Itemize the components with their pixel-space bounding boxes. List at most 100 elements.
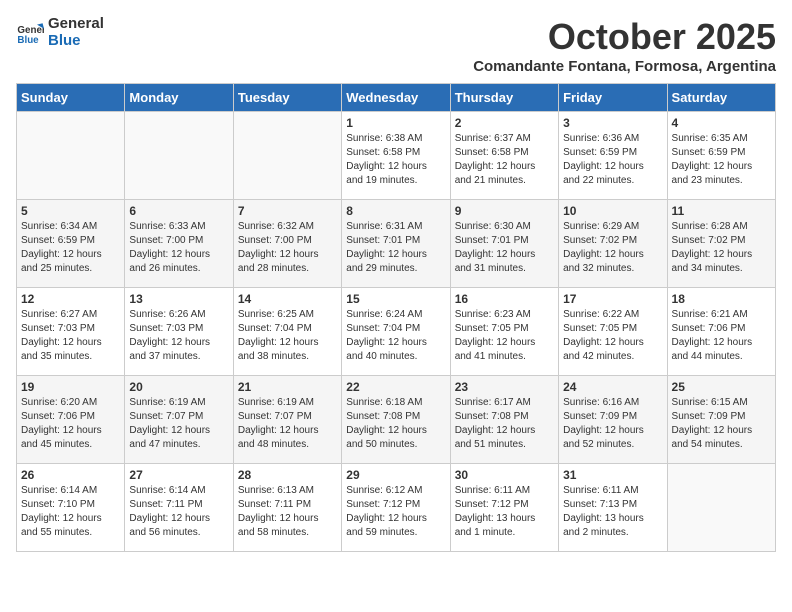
calendar-cell: 19Sunrise: 6:20 AM Sunset: 7:06 PM Dayli… bbox=[17, 376, 125, 464]
day-number: 1 bbox=[346, 116, 445, 130]
day-info: Sunrise: 6:11 AM Sunset: 7:12 PM Dayligh… bbox=[455, 484, 554, 540]
calendar-cell: 20Sunrise: 6:19 AM Sunset: 7:07 PM Dayli… bbox=[125, 376, 233, 464]
day-number: 25 bbox=[672, 380, 771, 394]
calendar-cell: 25 Sunrise: 6:15 AM Sunset: 7:09 PM Dayli… bbox=[667, 376, 775, 464]
day-number: 26 bbox=[21, 468, 120, 482]
calendar-cell: 13 Sunrise: 6:26 AM Sunset: 7:03 PM Dayli… bbox=[125, 288, 233, 376]
calendar-cell: 27Sunrise: 6:14 AM Sunset: 7:11 PM Dayli… bbox=[125, 464, 233, 552]
calendar-table: SundayMondayTuesdayWednesdayThursdayFrid… bbox=[16, 83, 776, 552]
day-info: Sunrise: 6:32 AM Sunset: 7:00 PM Dayligh… bbox=[238, 220, 337, 276]
day-info: Sunrise: 6:28 AM Sunset: 7:02 PM Dayligh… bbox=[672, 220, 771, 276]
calendar-cell: 1 Sunrise: 6:38 AM Sunset: 6:58 PM Daylig… bbox=[342, 112, 450, 200]
day-number: 21 bbox=[238, 380, 337, 394]
day-number: 7 bbox=[238, 204, 337, 218]
calendar-cell: 5Sunrise: 6:34 AM Sunset: 6:59 PM Daylig… bbox=[17, 200, 125, 288]
calendar-week-1: 1 Sunrise: 6:38 AM Sunset: 6:58 PM Daylig… bbox=[17, 112, 776, 200]
calendar-cell: 16 Sunrise: 6:23 AM Sunset: 7:05 PM Dayli… bbox=[450, 288, 558, 376]
calendar-cell: 31 Sunrise: 6:11 AM Sunset: 7:13 PM Dayli… bbox=[559, 464, 667, 552]
calendar-cell: 18 Sunrise: 6:21 AM Sunset: 7:06 PM Dayli… bbox=[667, 288, 775, 376]
day-number: 9 bbox=[455, 204, 554, 218]
day-info: Sunrise: 6:23 AM Sunset: 7:05 PM Dayligh… bbox=[455, 308, 554, 364]
calendar-cell: 12 Sunrise: 6:27 AM Sunset: 7:03 PM Dayli… bbox=[17, 288, 125, 376]
calendar-cell: 14 Sunrise: 6:25 AM Sunset: 7:04 PM Dayli… bbox=[233, 288, 341, 376]
day-number: 28 bbox=[238, 468, 337, 482]
svg-text:Blue: Blue bbox=[17, 34, 39, 45]
day-number: 3 bbox=[563, 116, 662, 130]
weekday-header-friday: Friday bbox=[559, 84, 667, 112]
day-number: 4 bbox=[672, 116, 771, 130]
weekday-header-saturday: Saturday bbox=[667, 84, 775, 112]
logo: General Blue General Blue bbox=[16, 16, 104, 49]
calendar-week-2: 5Sunrise: 6:34 AM Sunset: 6:59 PM Daylig… bbox=[17, 200, 776, 288]
day-info: Sunrise: 6:14 AM Sunset: 7:10 PM Dayligh… bbox=[21, 484, 120, 540]
day-info: Sunrise: 6:17 AM Sunset: 7:08 PM Dayligh… bbox=[455, 396, 554, 452]
day-info: Sunrise: 6:38 AM Sunset: 6:58 PM Dayligh… bbox=[346, 132, 445, 188]
day-info: Sunrise: 6:15 AM Sunset: 7:09 PM Dayligh… bbox=[672, 396, 771, 452]
day-number: 17 bbox=[563, 292, 662, 306]
day-info: Sunrise: 6:16 AM Sunset: 7:09 PM Dayligh… bbox=[563, 396, 662, 452]
weekday-header-row: SundayMondayTuesdayWednesdayThursdayFrid… bbox=[17, 84, 776, 112]
day-number: 12 bbox=[21, 292, 120, 306]
day-info: Sunrise: 6:34 AM Sunset: 6:59 PM Dayligh… bbox=[21, 220, 120, 276]
calendar-week-3: 12 Sunrise: 6:27 AM Sunset: 7:03 PM Dayli… bbox=[17, 288, 776, 376]
calendar-cell: 21 Sunrise: 6:19 AM Sunset: 7:07 PM Dayli… bbox=[233, 376, 341, 464]
calendar-body: 1 Sunrise: 6:38 AM Sunset: 6:58 PM Daylig… bbox=[17, 112, 776, 552]
day-info: Sunrise: 6:21 AM Sunset: 7:06 PM Dayligh… bbox=[672, 308, 771, 364]
calendar-cell: 2Sunrise: 6:37 AM Sunset: 6:58 PM Daylig… bbox=[450, 112, 558, 200]
day-number: 16 bbox=[455, 292, 554, 306]
day-number: 30 bbox=[455, 468, 554, 482]
day-number: 11 bbox=[672, 204, 771, 218]
day-info: Sunrise: 6:11 AM Sunset: 7:13 PM Dayligh… bbox=[563, 484, 662, 540]
calendar-cell: 22Sunrise: 6:18 AM Sunset: 7:08 PM Dayli… bbox=[342, 376, 450, 464]
calendar-cell: 4 Sunrise: 6:35 AM Sunset: 6:59 PM Daylig… bbox=[667, 112, 775, 200]
calendar-cell: 29Sunrise: 6:12 AM Sunset: 7:12 PM Dayli… bbox=[342, 464, 450, 552]
day-info: Sunrise: 6:31 AM Sunset: 7:01 PM Dayligh… bbox=[346, 220, 445, 276]
day-info: Sunrise: 6:36 AM Sunset: 6:59 PM Dayligh… bbox=[563, 132, 662, 188]
calendar-cell: 15 Sunrise: 6:24 AM Sunset: 7:04 PM Dayli… bbox=[342, 288, 450, 376]
day-number: 18 bbox=[672, 292, 771, 306]
calendar-week-4: 19Sunrise: 6:20 AM Sunset: 7:06 PM Dayli… bbox=[17, 376, 776, 464]
day-info: Sunrise: 6:37 AM Sunset: 6:58 PM Dayligh… bbox=[455, 132, 554, 188]
calendar-cell: 26 Sunrise: 6:14 AM Sunset: 7:10 PM Dayli… bbox=[17, 464, 125, 552]
calendar-cell: 7 Sunrise: 6:32 AM Sunset: 7:00 PM Daylig… bbox=[233, 200, 341, 288]
calendar-header: SundayMondayTuesdayWednesdayThursdayFrid… bbox=[17, 84, 776, 112]
day-info: Sunrise: 6:35 AM Sunset: 6:59 PM Dayligh… bbox=[672, 132, 771, 188]
day-info: Sunrise: 6:12 AM Sunset: 7:12 PM Dayligh… bbox=[346, 484, 445, 540]
day-number: 14 bbox=[238, 292, 337, 306]
day-number: 15 bbox=[346, 292, 445, 306]
calendar-cell: 28 Sunrise: 6:13 AM Sunset: 7:11 PM Dayli… bbox=[233, 464, 341, 552]
day-info: Sunrise: 6:13 AM Sunset: 7:11 PM Dayligh… bbox=[238, 484, 337, 540]
day-info: Sunrise: 6:25 AM Sunset: 7:04 PM Dayligh… bbox=[238, 308, 337, 364]
day-number: 13 bbox=[129, 292, 228, 306]
weekday-header-monday: Monday bbox=[125, 84, 233, 112]
day-number: 10 bbox=[563, 204, 662, 218]
calendar-cell: 6Sunrise: 6:33 AM Sunset: 7:00 PM Daylig… bbox=[125, 200, 233, 288]
weekday-header-wednesday: Wednesday bbox=[342, 84, 450, 112]
logo-blue: Blue bbox=[48, 33, 104, 50]
day-number: 23 bbox=[455, 380, 554, 394]
calendar-cell: 10 Sunrise: 6:29 AM Sunset: 7:02 PM Dayli… bbox=[559, 200, 667, 288]
day-info: Sunrise: 6:24 AM Sunset: 7:04 PM Dayligh… bbox=[346, 308, 445, 364]
calendar-cell: 23 Sunrise: 6:17 AM Sunset: 7:08 PM Dayli… bbox=[450, 376, 558, 464]
calendar-cell bbox=[233, 112, 341, 200]
day-info: Sunrise: 6:30 AM Sunset: 7:01 PM Dayligh… bbox=[455, 220, 554, 276]
day-info: Sunrise: 6:20 AM Sunset: 7:06 PM Dayligh… bbox=[21, 396, 120, 452]
day-number: 22 bbox=[346, 380, 445, 394]
header: General Blue General Blue October 2025 C… bbox=[16, 16, 776, 75]
calendar-cell: 9 Sunrise: 6:30 AM Sunset: 7:01 PM Daylig… bbox=[450, 200, 558, 288]
weekday-header-tuesday: Tuesday bbox=[233, 84, 341, 112]
calendar-cell bbox=[17, 112, 125, 200]
calendar-cell: 17Sunrise: 6:22 AM Sunset: 7:05 PM Dayli… bbox=[559, 288, 667, 376]
day-number: 31 bbox=[563, 468, 662, 482]
calendar-cell: 3 Sunrise: 6:36 AM Sunset: 6:59 PM Daylig… bbox=[559, 112, 667, 200]
month-title: October 2025 bbox=[473, 16, 776, 58]
calendar-cell: 8Sunrise: 6:31 AM Sunset: 7:01 PM Daylig… bbox=[342, 200, 450, 288]
day-info: Sunrise: 6:27 AM Sunset: 7:03 PM Dayligh… bbox=[21, 308, 120, 364]
calendar-cell bbox=[125, 112, 233, 200]
day-info: Sunrise: 6:29 AM Sunset: 7:02 PM Dayligh… bbox=[563, 220, 662, 276]
day-info: Sunrise: 6:26 AM Sunset: 7:03 PM Dayligh… bbox=[129, 308, 228, 364]
title-block: October 2025 Comandante Fontana, Formosa… bbox=[473, 16, 776, 75]
day-number: 20 bbox=[129, 380, 228, 394]
day-info: Sunrise: 6:19 AM Sunset: 7:07 PM Dayligh… bbox=[238, 396, 337, 452]
weekday-header-sunday: Sunday bbox=[17, 84, 125, 112]
